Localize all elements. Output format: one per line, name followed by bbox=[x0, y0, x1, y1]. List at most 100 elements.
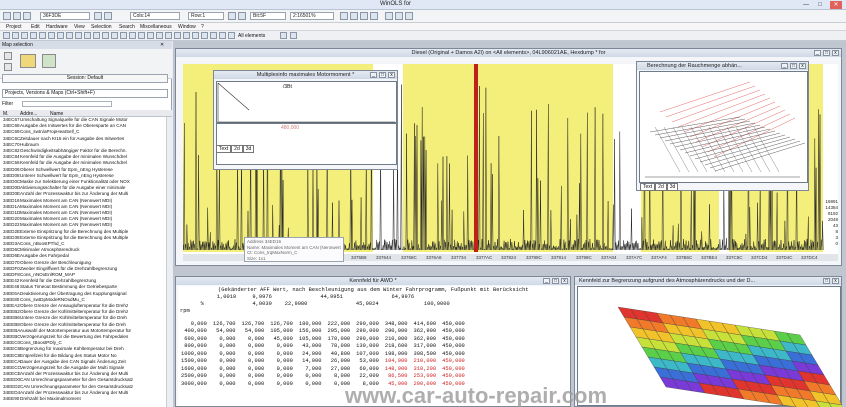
table-cell[interactable]: 450,000 bbox=[439, 373, 468, 381]
table-cell[interactable]: 45,000 bbox=[267, 335, 296, 343]
menu-miscellaneous[interactable]: Miscellaneous bbox=[140, 24, 172, 30]
atmo-close-button[interactable]: x bbox=[832, 278, 839, 284]
table-cell[interactable]: 253,000 bbox=[410, 373, 439, 381]
table-cell[interactable]: 156,000 bbox=[296, 328, 325, 336]
table-row[interactable]: 600,000 0,000 0,000 45,000 105,000 170,000 290… bbox=[178, 335, 468, 343]
folder-icon[interactable] bbox=[20, 54, 36, 68]
multiplex-minimize-button[interactable]: _ bbox=[370, 72, 377, 78]
text-icon[interactable] bbox=[350, 12, 358, 20]
tool-8-icon[interactable] bbox=[66, 32, 73, 39]
table-row[interactable]: 400,000 54,000 54,000 105,000 156,000 205,000… bbox=[178, 328, 468, 336]
right-arrow-icon[interactable] bbox=[238, 12, 246, 20]
table-cell[interactable]: 54,000 bbox=[239, 328, 268, 336]
table-cell[interactable]: 0,000 bbox=[210, 358, 239, 366]
table-cell[interactable]: 14,000 bbox=[296, 358, 325, 366]
kennfeld-table[interactable]: 0,000 126,700 126,700 126,700 180,000 222,000… bbox=[178, 320, 468, 388]
hexdump-maximize-button[interactable]: □ bbox=[823, 50, 830, 56]
menu-project[interactable]: Project bbox=[6, 24, 22, 30]
table-cell[interactable]: 180,000 bbox=[296, 320, 325, 328]
table-cell[interactable]: 7,000 bbox=[296, 365, 325, 373]
graph-3d-icon[interactable] bbox=[370, 12, 378, 20]
table-cell[interactable]: 0,000 bbox=[210, 350, 239, 358]
paste-icon[interactable] bbox=[104, 12, 112, 20]
table-cell[interactable]: 0,000 bbox=[267, 350, 296, 358]
tab-text[interactable]: Text bbox=[216, 145, 232, 153]
tool-23-icon[interactable] bbox=[201, 32, 208, 39]
table-cell[interactable]: 126,700 bbox=[239, 320, 268, 328]
tool-6-icon[interactable] bbox=[48, 32, 55, 39]
table-cell[interactable]: 126,700 bbox=[210, 320, 239, 328]
table-cell[interactable]: 290,000 bbox=[353, 328, 382, 336]
map-list-scrollbar[interactable] bbox=[166, 117, 172, 407]
small-tool-2-icon[interactable] bbox=[4, 63, 12, 71]
table-cell[interactable]: 362,900 bbox=[410, 328, 439, 336]
table-cell[interactable]: 0,000 bbox=[239, 380, 268, 388]
help-icon[interactable] bbox=[280, 32, 287, 39]
hex-icon[interactable] bbox=[340, 12, 348, 20]
multiplex-plot[interactable]: /3Bt bbox=[216, 81, 397, 123]
table-cell[interactable]: 0,000 bbox=[267, 380, 296, 388]
table-cell[interactable]: 0,000 bbox=[210, 380, 239, 388]
table-row[interactable]: 2500,000 0,000 0,000 0,000 0,000 8,000 22,000 8… bbox=[178, 373, 468, 381]
tool-12-icon[interactable] bbox=[102, 32, 109, 39]
table-row[interactable]: 1000,000 0,000 0,000 0,000 24,000 49,800 107,0… bbox=[178, 350, 468, 358]
table-cell[interactable]: 0,000 bbox=[296, 373, 325, 381]
table-cell[interactable]: 126,700 bbox=[267, 320, 296, 328]
table-cell[interactable]: 450,000 bbox=[439, 343, 468, 351]
table-cell[interactable]: 8,000 bbox=[325, 373, 354, 381]
table-cell[interactable]: 0,000 bbox=[267, 365, 296, 373]
tool-14-icon[interactable] bbox=[120, 32, 127, 39]
kennfeld-maximize-button[interactable]: □ bbox=[552, 278, 559, 284]
kennfeld-minimize-button[interactable]: _ bbox=[543, 278, 550, 284]
table-cell[interactable]: 290,000 bbox=[382, 328, 411, 336]
open-icon[interactable] bbox=[13, 12, 21, 20]
table-cell[interactable]: 53,000 bbox=[353, 358, 382, 366]
table-cell[interactable]: 0,000 bbox=[239, 343, 268, 351]
table-cell[interactable]: 450,000 bbox=[439, 358, 468, 366]
tab-2d[interactable]: 2d bbox=[231, 145, 243, 153]
table-cell[interactable]: 0,000 bbox=[239, 358, 268, 366]
small-tool-1-icon[interactable] bbox=[4, 52, 12, 60]
search-icon[interactable] bbox=[385, 12, 393, 20]
table-cell[interactable]: 450,000 bbox=[439, 335, 468, 343]
rauch-close-button[interactable]: x bbox=[799, 63, 806, 69]
table-cell[interactable]: 308,500 bbox=[410, 350, 439, 358]
table-cell[interactable]: 148,900 bbox=[382, 365, 411, 373]
atmo-maximize-button[interactable]: □ bbox=[823, 278, 830, 284]
tab-3d[interactable]: 3d bbox=[242, 145, 255, 153]
hexdump-minimize-button[interactable]: _ bbox=[814, 50, 821, 56]
table-cell[interactable]: 414,600 bbox=[410, 320, 439, 328]
table-row[interactable]: 800,000 0,000 0,000 0,000 43,000 78,000 130,00… bbox=[178, 343, 468, 351]
tool-11-icon[interactable] bbox=[93, 32, 100, 39]
table-cell[interactable]: 348,000 bbox=[382, 320, 411, 328]
table-cell[interactable]: 0,000 bbox=[267, 373, 296, 381]
multiplex-maximize-button[interactable]: □ bbox=[379, 72, 386, 78]
table-cell[interactable]: 210,000 bbox=[410, 358, 439, 366]
table-cell[interactable]: 130,000 bbox=[353, 343, 382, 351]
tool-20-icon[interactable] bbox=[174, 32, 181, 39]
rauch-tab-2d[interactable]: 2d bbox=[655, 183, 667, 191]
table-cell[interactable]: 222,000 bbox=[325, 320, 354, 328]
table-cell[interactable]: 26,000 bbox=[325, 358, 354, 366]
maximize-button[interactable]: □ bbox=[814, 1, 826, 9]
menu-hardware[interactable]: Hardware bbox=[46, 24, 68, 30]
table-cell[interactable]: 105,000 bbox=[296, 335, 325, 343]
table-cell[interactable]: 362,900 bbox=[410, 335, 439, 343]
tool-3-icon[interactable] bbox=[21, 32, 28, 39]
menu-help[interactable]: ? bbox=[201, 24, 204, 30]
table-cell[interactable]: 69,000 bbox=[353, 365, 382, 373]
table-row[interactable]: 1600,000 0,000 0,000 0,000 7,000 27,000 69,000… bbox=[178, 365, 468, 373]
table-cell[interactable]: 0,000 bbox=[239, 350, 268, 358]
table-cell[interactable]: 0,000 bbox=[296, 380, 325, 388]
table-cell[interactable]: 86,500 bbox=[382, 373, 411, 381]
table-cell[interactable]: 0,000 bbox=[210, 373, 239, 381]
bit-field[interactable]: Bit:5F bbox=[250, 12, 286, 20]
tool-13-icon[interactable] bbox=[111, 32, 118, 39]
table-cell[interactable]: 0,000 bbox=[239, 373, 268, 381]
elements-selector[interactable]: All elements bbox=[238, 33, 265, 39]
rauch-maximize-button[interactable]: □ bbox=[790, 63, 797, 69]
minimize-button[interactable]: — bbox=[800, 1, 812, 9]
table-cell[interactable]: 170,000 bbox=[325, 335, 354, 343]
tool-16-icon[interactable] bbox=[138, 32, 145, 39]
filter-input[interactable] bbox=[22, 101, 112, 107]
